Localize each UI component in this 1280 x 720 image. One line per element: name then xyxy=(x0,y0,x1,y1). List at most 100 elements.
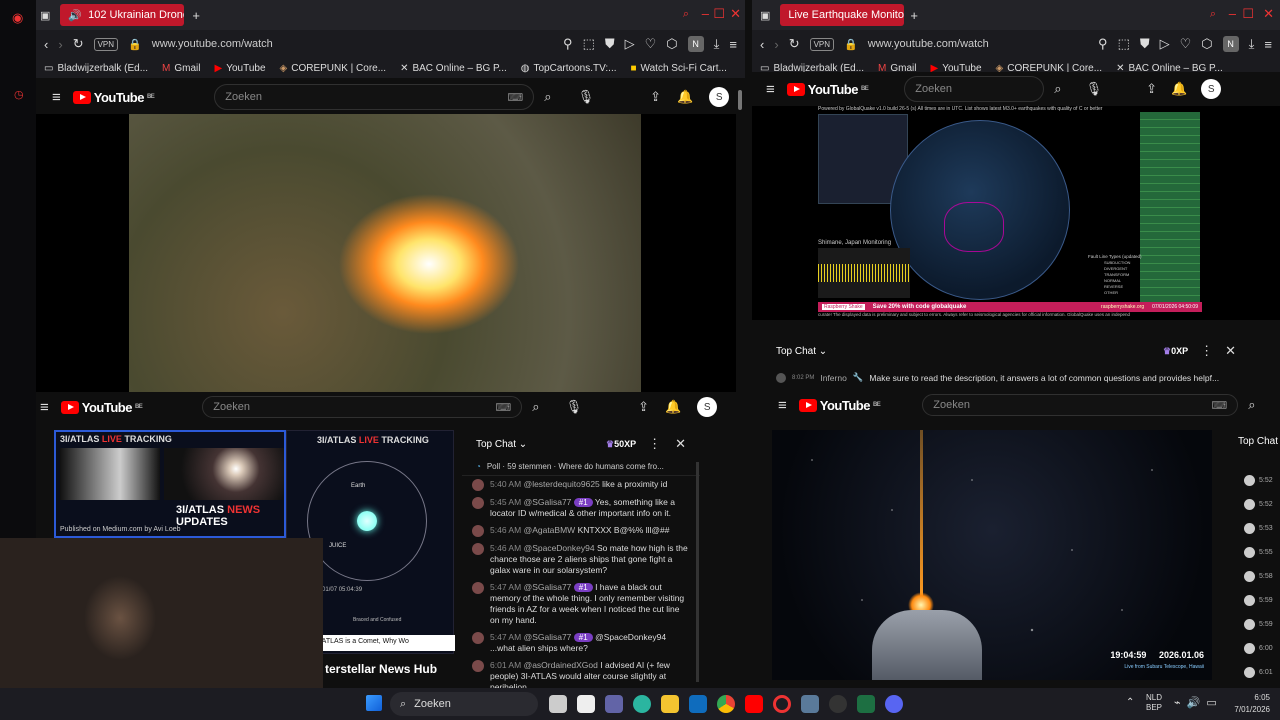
points-badge[interactable]: ♛50XP xyxy=(606,439,636,450)
maximize-icon[interactable]: ☐ xyxy=(1242,6,1254,22)
search-tabs-icon[interactable]: ⌕ xyxy=(683,8,689,21)
taskbar-search[interactable]: ⌕ Zoeken xyxy=(390,692,538,716)
tab-menu-icon[interactable]: ▣ xyxy=(40,9,50,22)
reload-icon[interactable]: ↻ xyxy=(789,36,800,52)
tray-icons[interactable]: ⌁🔊▭ xyxy=(1174,696,1223,709)
top-chat-dropdown[interactable]: Top Chat xyxy=(1238,436,1278,447)
mic-icon[interactable]: 🎙 xyxy=(1086,81,1103,97)
top-chat-dropdown[interactable]: Top Chat ⌄ xyxy=(776,346,827,357)
download-icon[interactable]: ⤓ xyxy=(1249,36,1255,52)
calculator-icon[interactable] xyxy=(801,695,819,713)
bookmark-item[interactable]: ◈ COREPUNK | Core... xyxy=(280,63,387,74)
more-icon[interactable]: ⋮ xyxy=(648,436,661,452)
search-tabs-icon[interactable]: ⌕ xyxy=(1210,8,1216,21)
bell-icon[interactable]: 🔔 xyxy=(677,89,693,105)
url-field[interactable]: www.youtube.com/watch xyxy=(868,38,989,50)
start-button[interactable] xyxy=(366,695,382,711)
youtube-logo[interactable]: YouTube BE xyxy=(786,82,869,97)
bookmark-item[interactable]: M Gmail xyxy=(162,63,200,74)
scrollbar[interactable] xyxy=(738,90,742,110)
keyboard-icon[interactable]: ⌨ xyxy=(507,91,523,104)
reload-icon[interactable]: ↻ xyxy=(73,36,84,52)
clock[interactable]: 6:05 7/01/2026 xyxy=(1226,692,1270,716)
youtube-app-icon[interactable] xyxy=(745,695,763,713)
bell-icon[interactable]: 🔔 xyxy=(665,399,681,415)
chat-scrollbar[interactable] xyxy=(696,462,699,682)
search-icon[interactable]: ⌕ xyxy=(544,89,551,105)
menu-icon[interactable]: ≡ xyxy=(729,37,737,52)
search-input[interactable]: Zoeken ⌨ xyxy=(214,84,535,110)
snapshot-icon[interactable]: ⬚ xyxy=(1118,36,1130,52)
task-view-icon[interactable] xyxy=(549,695,567,713)
menu-icon[interactable]: ≡ xyxy=(1264,37,1272,52)
close-icon[interactable]: ✕ xyxy=(730,6,741,22)
tab-drones[interactable]: 🔊 102 Ukrainian Drones xyxy=(60,4,185,26)
youtube-logo[interactable]: YouTube BE xyxy=(72,90,155,105)
excel-icon[interactable] xyxy=(857,695,875,713)
maximize-icon[interactable]: ☐ xyxy=(713,6,725,22)
heart-icon[interactable]: ♡ xyxy=(1180,36,1192,52)
tray-chevron-icon[interactable]: ⌃ xyxy=(1126,697,1134,708)
chrome-icon[interactable] xyxy=(717,695,735,713)
close-chat-icon[interactable]: ✕ xyxy=(675,436,686,452)
minimize-icon[interactable]: – xyxy=(702,6,709,21)
video-player-drone[interactable] xyxy=(36,114,736,398)
profile-icon[interactable]: N xyxy=(1222,36,1239,52)
store-icon[interactable] xyxy=(577,695,595,713)
volume-icon[interactable]: 🔊 xyxy=(68,9,82,22)
new-tab-icon[interactable]: + xyxy=(910,8,918,23)
vpn-badge[interactable]: VPN xyxy=(809,37,835,51)
keyboard-icon[interactable]: ⌨ xyxy=(1211,399,1227,412)
poll-banner[interactable]: ◔ Poll · 59 stemmen · Where do humans com… xyxy=(462,458,700,476)
youtube-logo[interactable]: YouTube BE xyxy=(60,400,143,415)
bookmark-item[interactable]: ▶ YouTube xyxy=(215,63,266,74)
explorer-icon[interactable] xyxy=(661,695,679,713)
youtube-logo[interactable]: YouTube BE xyxy=(798,398,881,413)
hamburger-icon[interactable]: ≡ xyxy=(52,89,61,106)
hamburger-icon[interactable]: ≡ xyxy=(40,399,49,416)
tab-earthquake[interactable]: Live Earthquake Monitoring xyxy=(780,4,905,26)
search-icon[interactable]: ⌕ xyxy=(1248,397,1255,413)
back-icon[interactable]: ‹ xyxy=(760,37,764,52)
search-input[interactable]: Zoeken ⌨ xyxy=(922,394,1239,416)
upload-icon[interactable]: ⇪ xyxy=(638,399,649,415)
heart-icon[interactable]: ♡ xyxy=(645,36,657,52)
shield-icon[interactable]: ⛊ xyxy=(1140,36,1150,52)
davinci-icon[interactable] xyxy=(829,695,847,713)
edge-icon[interactable] xyxy=(633,695,651,713)
download-icon[interactable]: ⤓ xyxy=(714,36,720,52)
extensions-icon[interactable]: ⬡ xyxy=(1201,36,1212,52)
tab-menu-icon[interactable]: ▣ xyxy=(760,9,770,22)
discord-icon[interactable] xyxy=(885,695,903,713)
upload-icon[interactable]: ⇪ xyxy=(650,89,661,105)
profile-icon[interactable]: N xyxy=(687,36,704,52)
avatar[interactable]: S xyxy=(709,87,730,107)
bookmark-item[interactable]: ▭ Bladwijzerbalk (Ed... xyxy=(44,63,148,74)
outlook-icon[interactable] xyxy=(689,695,707,713)
pin-icon[interactable]: ⚲ xyxy=(563,36,573,52)
avatar[interactable]: S xyxy=(1201,79,1222,99)
search-icon[interactable]: ⌕ xyxy=(1054,81,1061,97)
video-player-earthquake[interactable]: Powered by GlobalQuake v1.0 build 26-5 (… xyxy=(752,106,1280,320)
search-input[interactable]: Zoeken xyxy=(904,76,1045,102)
points-badge[interactable]: ♛0XP xyxy=(1163,346,1188,357)
top-chat-dropdown[interactable]: Top Chat ⌄ xyxy=(476,439,527,450)
opera-logo-icon[interactable]: ◉ xyxy=(12,10,23,26)
sidebar-history-icon[interactable]: ◷ xyxy=(14,88,24,101)
url-field[interactable]: www.youtube.com/watch xyxy=(152,38,273,50)
opera-icon[interactable] xyxy=(773,695,791,713)
video-player-telescope[interactable]: 19:04:59 2026.01.06 Live from Subaru Tel… xyxy=(772,430,1212,680)
stream-title[interactable]: terstellar News Hub xyxy=(325,662,437,676)
player-icon[interactable]: ▷ xyxy=(625,36,635,52)
back-icon[interactable]: ‹ xyxy=(44,37,48,52)
close-chat-icon[interactable]: ✕ xyxy=(1225,343,1236,359)
snapshot-icon[interactable]: ⬚ xyxy=(583,36,595,52)
bookmark-item[interactable]: ✕ BAC Online – BG P... xyxy=(400,63,507,74)
pin-icon[interactable]: ⚲ xyxy=(1098,36,1108,52)
upload-icon[interactable]: ⇪ xyxy=(1146,81,1157,97)
search-input[interactable]: Zoeken ⌨ xyxy=(202,396,523,418)
bookmark-item[interactable]: ■ Watch Sci-Fi Cart... xyxy=(631,63,727,74)
hamburger-icon[interactable]: ≡ xyxy=(766,81,775,98)
extensions-icon[interactable]: ⬡ xyxy=(666,36,677,52)
mic-icon[interactable]: 🎙 xyxy=(566,399,583,415)
